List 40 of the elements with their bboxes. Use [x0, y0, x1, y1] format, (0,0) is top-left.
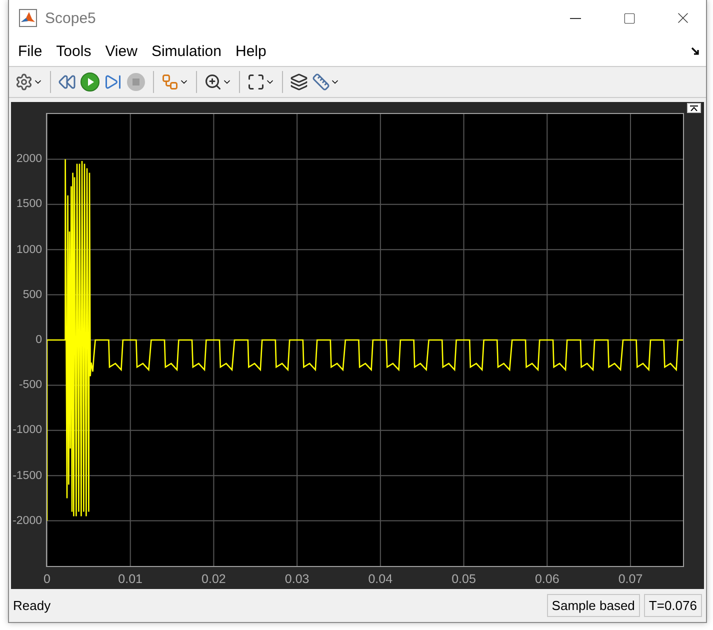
- x-tick-label: 0: [44, 572, 50, 586]
- y-tick-label: -1000: [12, 424, 42, 436]
- step-forward-button[interactable]: [104, 73, 122, 91]
- x-tick-label: 0.01: [118, 572, 143, 586]
- y-tick-label: 1500: [16, 198, 42, 210]
- menu-item[interactable]: Simulation: [144, 42, 228, 60]
- x-tick-label: 0.05: [452, 572, 476, 586]
- y-tick-label: 1000: [16, 244, 42, 256]
- signal-highlight-button[interactable]: [161, 73, 189, 91]
- menu-item[interactable]: File: [11, 42, 50, 60]
- x-tick-label: 0.02: [202, 572, 226, 586]
- x-tick-label: 0.06: [534, 572, 560, 586]
- time-label: T=0.076: [644, 594, 702, 617]
- x-tick-label: 0.03: [284, 572, 310, 586]
- fit-to-view-button[interactable]: [247, 73, 275, 91]
- restore-button[interactable]: [687, 103, 701, 113]
- menu-item[interactable]: Help: [228, 42, 274, 60]
- app-logo-icon: [19, 9, 37, 27]
- run-button[interactable]: [80, 72, 100, 92]
- menu-item[interactable]: View: [98, 42, 144, 60]
- y-tick-label: -1500: [12, 470, 42, 482]
- dock-arrow-icon[interactable]: [691, 47, 700, 56]
- ruler-button[interactable]: [312, 73, 340, 91]
- window-title: Scope5: [45, 10, 97, 26]
- x-tick-label: 0.07: [618, 572, 643, 586]
- y-tick-label: -2000: [12, 514, 42, 527]
- settings-button[interactable]: [15, 73, 43, 91]
- menu-item[interactable]: Tools: [49, 42, 98, 60]
- y-tick-label: 0: [36, 334, 42, 346]
- stop-button[interactable]: [126, 72, 146, 92]
- sample-mode-label: Sample based: [546, 594, 640, 617]
- maximize-icon: [622, 12, 636, 24]
- rewind-button[interactable]: [58, 73, 76, 91]
- zoom-in-button[interactable]: [204, 73, 232, 91]
- layers-button[interactable]: [290, 73, 308, 91]
- y-tick-label: 500: [22, 288, 42, 301]
- y-tick-label: -500: [18, 379, 42, 392]
- x-tick-label: 0.04: [368, 572, 393, 586]
- status-message: Ready: [13, 598, 52, 613]
- y-tick-label: 2000: [16, 153, 42, 166]
